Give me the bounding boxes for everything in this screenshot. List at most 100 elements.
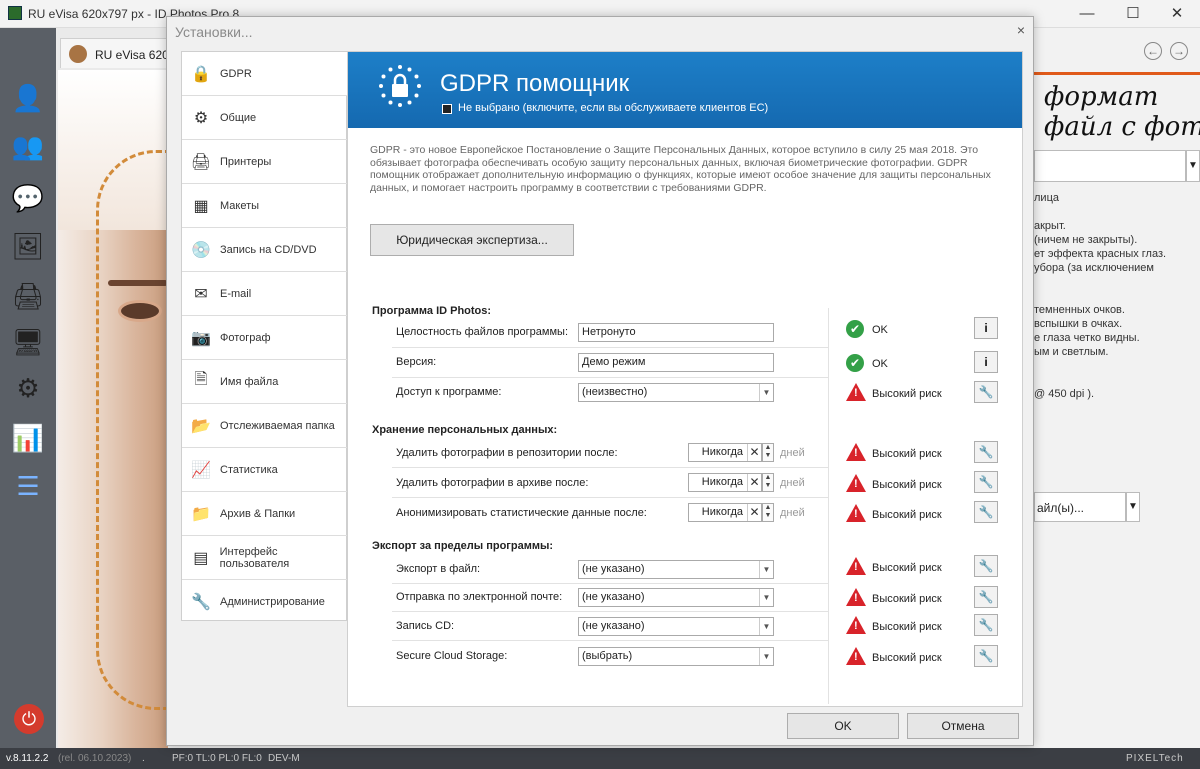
integrity-field[interactable]: Нетронуто: [578, 323, 774, 342]
wrench-button[interactable]: 🔧: [974, 645, 998, 667]
group-photo-icon[interactable]: 👥: [10, 128, 46, 164]
nav-item-gdpr[interactable]: 🔒 GDPR: [182, 52, 348, 96]
chevron-down-icon[interactable]: ▼: [759, 618, 773, 635]
right-info-panel: ← → формат файл с фото ▼ лица акрыт. (ни…: [1034, 28, 1200, 748]
right-text-line: темненных очков.: [1034, 304, 1125, 316]
wrench-button[interactable]: 🔧: [974, 586, 998, 608]
right-heading-1: формат: [1044, 82, 1159, 112]
gdpr-panel: GDPR помощник Не выбрано (включите, если…: [347, 51, 1023, 707]
warning-icon: [846, 443, 866, 461]
nav-item-layouts[interactable]: ▦ Макеты: [182, 184, 348, 228]
monitor-icon[interactable]: 🖥: [10, 324, 46, 360]
gdpr-enable-checkbox[interactable]: [442, 104, 452, 114]
printer-toolbar-icon[interactable]: 🖨: [10, 278, 46, 314]
del-archive-field[interactable]: Никогда ✕: [688, 473, 762, 492]
new-photo-icon[interactable]: 🖼: [10, 228, 46, 264]
access-status: Высокий риск: [872, 388, 942, 400]
chevron-down-icon[interactable]: ▼: [759, 648, 773, 665]
del-repo-status: Высокий риск: [872, 448, 942, 460]
clear-icon[interactable]: ✕: [747, 504, 761, 521]
chevron-down-icon[interactable]: ▼: [759, 589, 773, 606]
settings-nav: 🔒 GDPR ⚙ Общие 🖨 Принтеры ▦ Макеты 💿 Запись н…: [181, 51, 348, 624]
anon-field[interactable]: Никогда ✕: [688, 503, 762, 522]
nav-item-filename[interactable]: 🗎 Имя файла: [182, 360, 348, 404]
cloud-select[interactable]: (выбрать) ▼: [578, 647, 774, 666]
del-repo-field[interactable]: Никогда ✕: [688, 443, 762, 462]
dialog-close-button[interactable]: ×: [1013, 22, 1029, 38]
left-toolbar: 👤 👥 💬 🖼 🖨 🖥 ⚙ 📊 ☰ ⏻: [0, 28, 56, 748]
nav-item-photographer[interactable]: 📷 Фотограф: [182, 316, 348, 360]
statistics-icon[interactable]: 📊: [10, 420, 46, 456]
right-output-select[interactable]: айл(ы)...: [1034, 492, 1126, 522]
clear-icon[interactable]: ✕: [747, 474, 761, 491]
forward-arrow-icon[interactable]: →: [1170, 42, 1188, 60]
status-bar: v.8.11.2.2 (rel. 06.10.2023) . PF:0 TL:0…: [0, 748, 1200, 769]
row-separator: [392, 640, 828, 641]
status-counters: PF:0 TL:0 PL:0 FL:0: [172, 753, 262, 764]
spinner-arrows[interactable]: ▲ ▼: [762, 443, 774, 462]
nav-item-user-interface[interactable]: ▤ Интерфейс пользователя: [182, 536, 348, 580]
cancel-button[interactable]: Отмена: [907, 713, 1019, 739]
email-label: Отправка по электронной почте:: [396, 591, 563, 603]
spinner-arrows[interactable]: ▲ ▼: [762, 473, 774, 492]
menu-icon[interactable]: ☰: [10, 468, 46, 504]
nav-item-watched-folder[interactable]: 📂 Отслеживаемая папка: [182, 404, 348, 448]
legal-review-button[interactable]: Юридическая экспертиза...: [370, 224, 574, 256]
wrench-button[interactable]: 🔧: [974, 441, 998, 463]
help-chat-icon[interactable]: 💬: [10, 180, 46, 216]
chevron-down-icon[interactable]: ▼: [759, 384, 773, 401]
cd-status: Высокий риск: [872, 621, 942, 633]
version-field[interactable]: Демо режим: [578, 353, 774, 372]
printer-icon: 🖨: [190, 153, 212, 171]
access-select[interactable]: (неизвестно) ▼: [578, 383, 774, 402]
nav-item-archive[interactable]: 📁 Архив & Папки: [182, 492, 348, 536]
nav-label: Принтеры: [220, 155, 272, 168]
folder-icon: 📁: [191, 505, 211, 523]
anon-value: Никогда: [701, 506, 743, 518]
settings-gear-icon[interactable]: ⚙: [10, 370, 46, 406]
chart-icon: 📈: [191, 461, 211, 479]
export-file-select[interactable]: (не указано) ▼: [578, 560, 774, 579]
wrench-button[interactable]: 🔧: [974, 471, 998, 493]
clear-icon[interactable]: ✕: [747, 444, 761, 461]
power-icon[interactable]: ⏻: [14, 704, 44, 734]
nav-item-general[interactable]: ⚙ Общие: [182, 96, 348, 140]
gdpr-enable-label[interactable]: Не выбрано (включите, если вы обслуживае…: [458, 102, 768, 114]
person-icon[interactable]: 👤: [10, 80, 46, 116]
chevron-down-icon[interactable]: ▼: [1186, 150, 1200, 182]
nav-label: Отслеживаемая папка: [220, 419, 335, 432]
wrench-button[interactable]: 🔧: [974, 381, 998, 403]
del-archive-label: Удалить фотографии в архиве после:: [396, 477, 589, 489]
window-close-button[interactable]: ✕: [1154, 0, 1200, 28]
export-file-label: Экспорт в файл:: [396, 563, 481, 575]
status-dot: .: [142, 753, 145, 764]
wrench-button[interactable]: 🔧: [974, 501, 998, 523]
folder-watch-icon: 📂: [191, 417, 211, 435]
chevron-down-icon[interactable]: ▼: [1126, 492, 1140, 522]
right-text-line: (ничем не закрыты).: [1034, 234, 1138, 246]
minimize-button[interactable]: —: [1064, 0, 1110, 28]
nav-item-email[interactable]: ✉ E-mail: [182, 272, 348, 316]
maximize-button[interactable]: ☐: [1110, 0, 1156, 28]
nav-item-administration[interactable]: 🔧 Администрирование: [182, 580, 348, 624]
wrench-button[interactable]: 🔧: [974, 614, 998, 636]
chevron-down-icon[interactable]: ▼: [759, 561, 773, 578]
ok-button[interactable]: OK: [787, 713, 899, 739]
warning-icon: [846, 557, 866, 575]
cloud-status: Высокий риск: [872, 652, 942, 664]
cd-select[interactable]: (не указано) ▼: [578, 617, 774, 636]
del-repo-unit: дней: [780, 447, 805, 459]
spinner-arrows[interactable]: ▲ ▼: [762, 503, 774, 522]
email-select[interactable]: (не указано) ▼: [578, 588, 774, 607]
nav-label: Интерфейс пользователя: [219, 545, 290, 570]
nav-item-printers[interactable]: 🖨 Принтеры: [182, 140, 348, 184]
nav-item-statistics[interactable]: 📈 Статистика: [182, 448, 348, 492]
info-button[interactable]: i: [974, 317, 998, 339]
nav-item-cd-dvd[interactable]: 💿 Запись на CD/DVD: [182, 228, 348, 272]
right-format-select[interactable]: [1034, 150, 1186, 182]
document-tab[interactable]: RU eVisa 620x7: [60, 38, 170, 68]
info-button[interactable]: i: [974, 351, 998, 373]
back-arrow-icon[interactable]: ←: [1144, 42, 1162, 60]
section-program: Программа ID Photos:: [372, 305, 492, 317]
wrench-button[interactable]: 🔧: [974, 555, 998, 577]
